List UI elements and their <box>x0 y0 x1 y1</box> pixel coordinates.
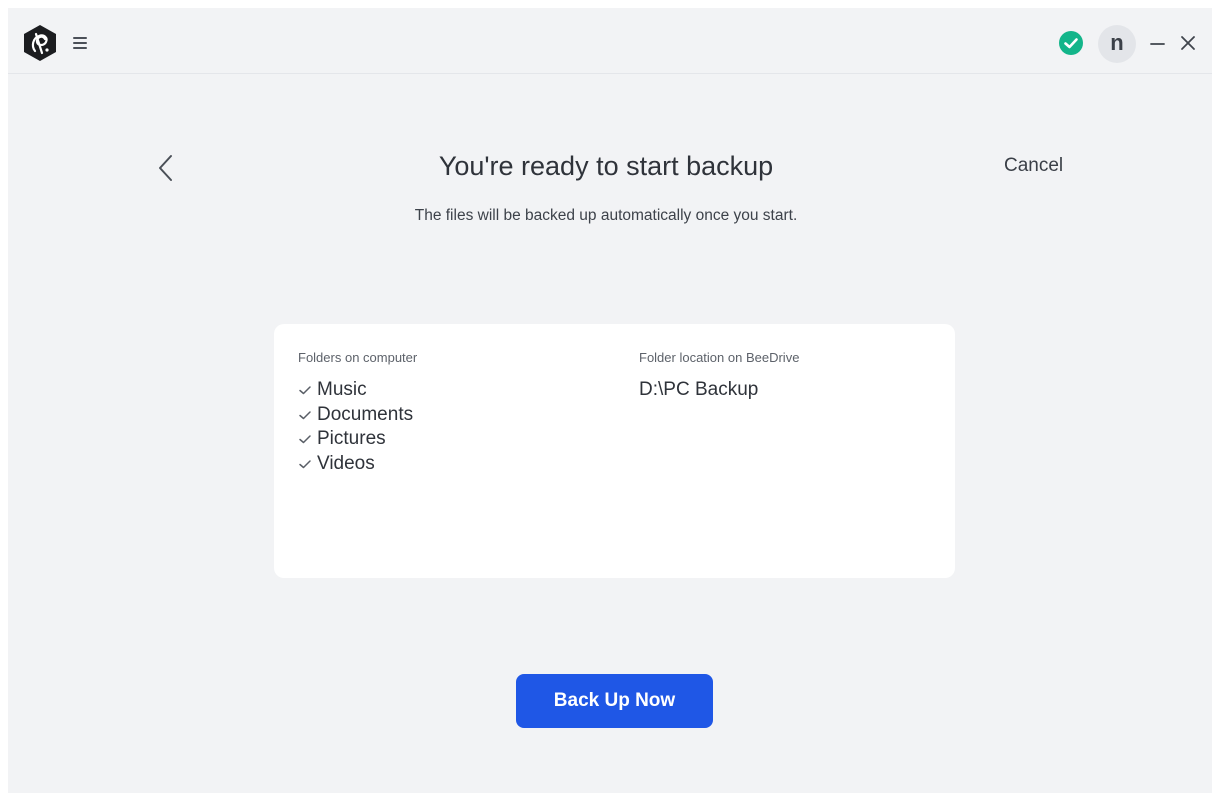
check-icon <box>299 411 311 419</box>
list-item: Pictures <box>298 427 413 452</box>
folder-name: Music <box>317 379 367 401</box>
check-icon <box>299 386 311 395</box>
close-icon[interactable] <box>1177 32 1199 54</box>
title-bar: n <box>8 8 1212 74</box>
user-avatar[interactable]: n <box>1098 25 1136 63</box>
cancel-button[interactable]: Cancel <box>1004 154 1063 178</box>
folder-name: Videos <box>317 452 375 474</box>
folder-name: Documents <box>317 403 414 425</box>
folders-on-computer-label: Folders on computer <box>298 350 418 365</box>
minimize-icon[interactable] <box>1147 32 1169 54</box>
folder-name: Pictures <box>317 428 386 450</box>
check-circle-icon[interactable] <box>1058 30 1084 56</box>
backup-summary-card: Folders on computer Folder location on B… <box>274 324 955 578</box>
list-item: Music <box>298 378 413 403</box>
folder-location-label: Folder location on BeeDrive <box>639 350 800 365</box>
folder-list: Music Documents Pictures Videos <box>298 378 413 476</box>
backup-location-value: D:\PC Backup <box>639 379 759 400</box>
beedrive-logo-icon <box>22 24 58 62</box>
app-window: n You're ready to start backup Cancel Th… <box>8 8 1212 793</box>
page-subtitle: The files will be backed up automaticall… <box>414 207 798 224</box>
list-item: Documents <box>298 403 413 428</box>
back-up-now-button[interactable]: Back Up Now <box>516 674 713 728</box>
check-icon <box>299 460 311 468</box>
list-item: Videos <box>298 452 413 477</box>
hamburger-menu-icon[interactable] <box>70 32 92 54</box>
check-icon <box>299 435 311 444</box>
